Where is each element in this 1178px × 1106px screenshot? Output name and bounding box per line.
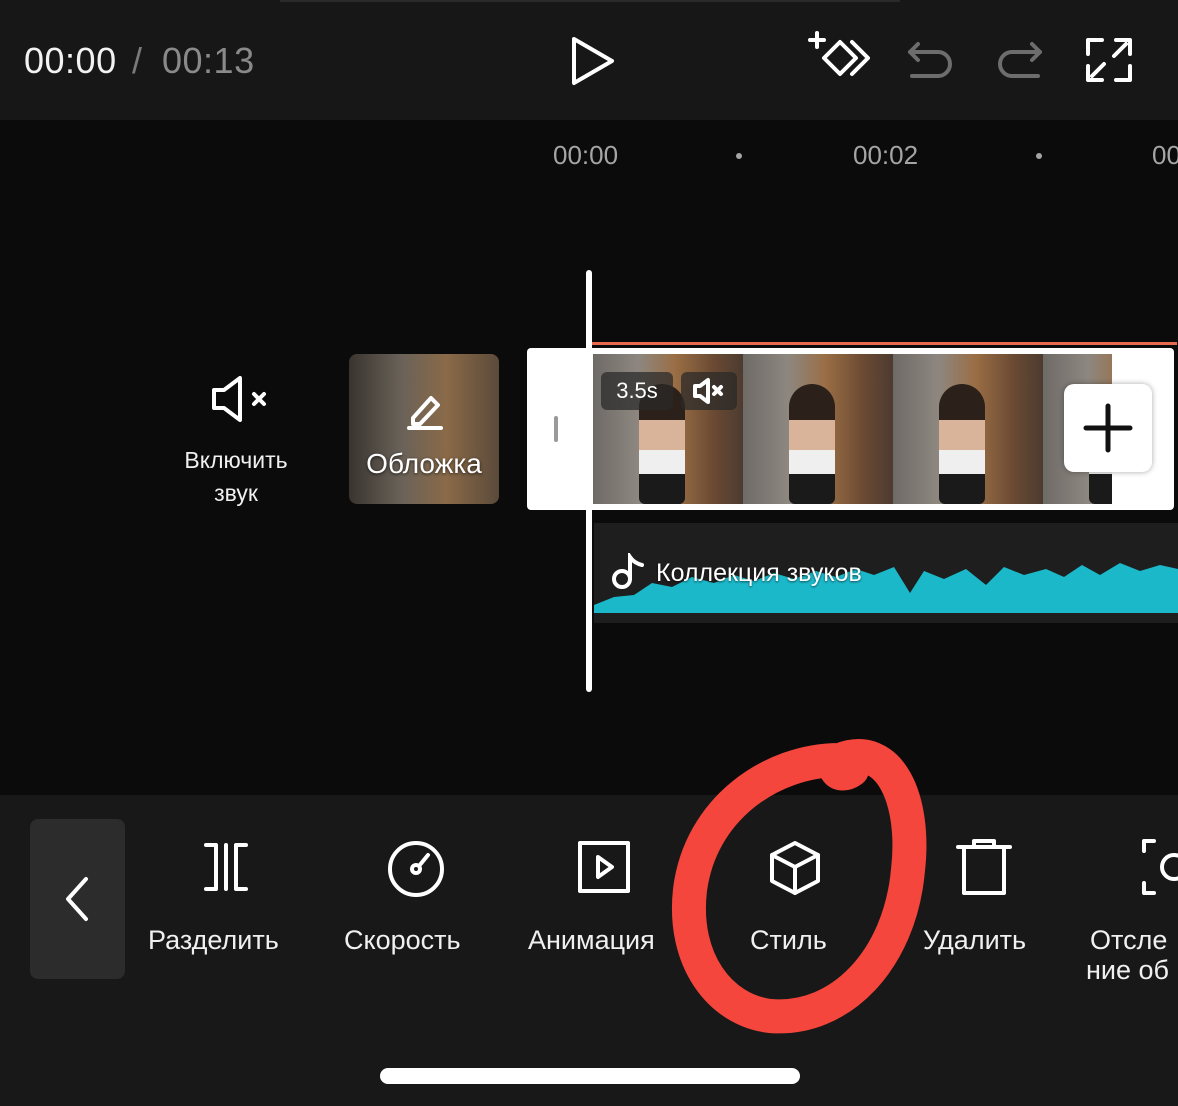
delete-icon — [956, 839, 1012, 895]
video-frame — [893, 354, 1043, 504]
edit-toolbar: Разделить Скорость Анимация Стиль Удалит… — [0, 795, 1178, 1106]
current-time: 00:00 — [24, 40, 117, 81]
video-frame — [743, 354, 893, 504]
clip-trim-line — [591, 342, 1177, 345]
ruler-dot — [1036, 153, 1042, 159]
divider — [280, 0, 900, 2]
cover-label: Обложка — [366, 448, 482, 479]
playhead[interactable] — [586, 270, 592, 692]
ruler-tick: 00:02 — [853, 140, 919, 170]
back-button[interactable] — [30, 819, 125, 979]
ruler-tick: 00:00 — [553, 140, 619, 170]
animation-icon — [578, 841, 630, 893]
tracking-label: Отсле — [1090, 925, 1168, 955]
split-button[interactable]: Разделить — [146, 795, 306, 995]
tracking-button[interactable]: Отсле ние об — [1086, 795, 1178, 995]
video-clip[interactable]: 3.5s — [527, 342, 1177, 510]
add-clip-button[interactable] — [1064, 384, 1152, 472]
add-keyframe-icon[interactable] — [806, 30, 872, 88]
undo-icon[interactable] — [904, 36, 956, 84]
speed-label: Скорость — [344, 925, 461, 955]
mute-toggle-label[interactable]: Включить звук — [160, 444, 312, 510]
play-icon[interactable] — [566, 34, 618, 88]
tracking-label-line2: ние об — [1086, 955, 1169, 985]
speed-button[interactable]: Скорость — [340, 795, 490, 995]
clip-left-handle[interactable] — [554, 416, 558, 442]
clip-duration-badge: 3.5s — [601, 372, 673, 410]
split-label: Разделить — [148, 925, 279, 955]
audio-track-label: Коллекция звуков — [656, 559, 862, 587]
home-indicator[interactable] — [380, 1068, 800, 1084]
chevron-left-icon — [66, 877, 88, 921]
time-separator: / — [132, 40, 143, 81]
edit-pencil-icon — [407, 396, 443, 430]
animation-label: Анимация — [528, 925, 655, 955]
ruler-tick: 00 — [1152, 140, 1178, 170]
split-icon — [204, 843, 248, 891]
speed-icon — [388, 841, 444, 897]
total-time: 00:13 — [162, 40, 255, 81]
annotation-circle — [671, 739, 927, 1034]
audio-track[interactable]: Коллекция звуков — [594, 523, 1178, 623]
top-bar: 00:00 / 00:13 — [0, 0, 1178, 120]
speaker-muted-icon[interactable] — [208, 376, 270, 422]
redo-icon[interactable] — [994, 36, 1046, 84]
music-note-icon — [612, 553, 644, 589]
plus-icon — [1083, 403, 1133, 453]
fullscreen-icon[interactable] — [1084, 36, 1134, 84]
speaker-muted-icon — [693, 378, 723, 404]
clip-muted-badge — [681, 372, 737, 410]
tracking-icon — [1142, 839, 1178, 895]
ruler-dot — [736, 153, 742, 159]
cover-thumbnail[interactable]: Обложка — [349, 354, 499, 504]
